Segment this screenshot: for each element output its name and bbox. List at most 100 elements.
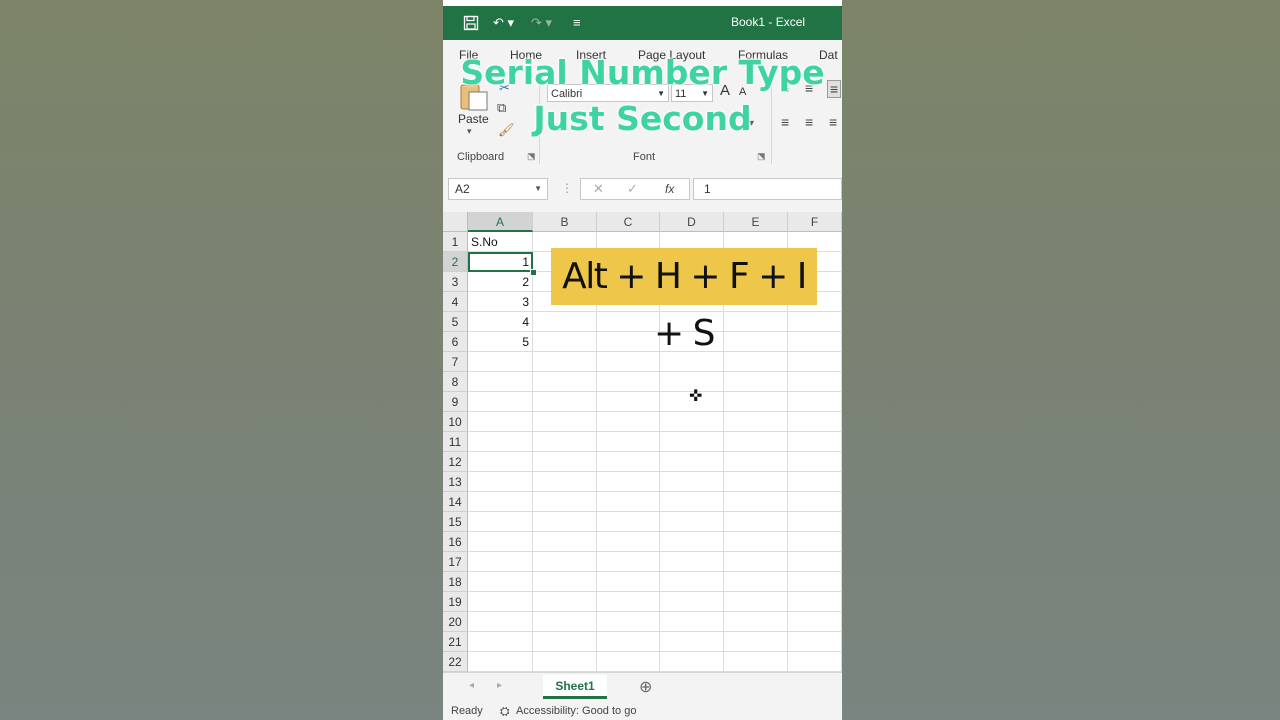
cell-b15[interactable] xyxy=(533,512,597,532)
cell-c5[interactable] xyxy=(597,312,660,332)
cell-a22[interactable] xyxy=(468,652,533,672)
cell-c12[interactable] xyxy=(597,452,660,472)
cell-b7[interactable] xyxy=(533,352,597,372)
row-header-7[interactable]: 7 xyxy=(443,352,468,372)
cell-f22[interactable] xyxy=(788,652,842,672)
cell-f10[interactable] xyxy=(788,412,842,432)
cell-d18[interactable] xyxy=(660,572,724,592)
cell-b9[interactable] xyxy=(533,392,597,412)
cell-e9[interactable] xyxy=(724,392,788,412)
cell-f7[interactable] xyxy=(788,352,842,372)
row-header-1[interactable]: 1 xyxy=(443,232,468,252)
row-header-10[interactable]: 10 xyxy=(443,412,468,432)
undo-icon[interactable]: ↶ ▾ xyxy=(493,15,514,31)
scroll-left-icon[interactable]: ◂ xyxy=(469,680,474,691)
row-header-19[interactable]: 19 xyxy=(443,592,468,612)
cell-e7[interactable] xyxy=(724,352,788,372)
row-header-3[interactable]: 3 xyxy=(443,272,468,292)
enter-icon[interactable]: ✓ xyxy=(627,181,638,197)
accessibility-icon[interactable]: ⛭ xyxy=(500,704,510,719)
cell-e20[interactable] xyxy=(724,612,788,632)
cell-a19[interactable] xyxy=(468,592,533,612)
add-sheet-icon[interactable]: ⊕ xyxy=(639,677,652,697)
scroll-right-icon[interactable]: ▸ xyxy=(497,680,502,691)
cell-c13[interactable] xyxy=(597,472,660,492)
cell-b16[interactable] xyxy=(533,532,597,552)
row-header-17[interactable]: 17 xyxy=(443,552,468,572)
cell-e21[interactable] xyxy=(724,632,788,652)
formula-input[interactable]: 1 xyxy=(693,178,842,200)
cancel-icon[interactable]: ✕ xyxy=(593,181,604,197)
row-header-16[interactable]: 16 xyxy=(443,532,468,552)
row-header-6[interactable]: 6 xyxy=(443,332,468,352)
row-header-22[interactable]: 22 xyxy=(443,652,468,672)
cell-b10[interactable] xyxy=(533,412,597,432)
cell-e10[interactable] xyxy=(724,412,788,432)
row-header-15[interactable]: 15 xyxy=(443,512,468,532)
cell-d11[interactable] xyxy=(660,432,724,452)
cell-c20[interactable] xyxy=(597,612,660,632)
name-box[interactable]: A2 ▼ xyxy=(448,178,548,200)
cell-a5[interactable]: 4 xyxy=(468,312,533,332)
cell-f19[interactable] xyxy=(788,592,842,612)
row-header-5[interactable]: 5 xyxy=(443,312,468,332)
cell-e19[interactable] xyxy=(724,592,788,612)
cell-a11[interactable] xyxy=(468,432,533,452)
cell-b22[interactable] xyxy=(533,652,597,672)
insert-function-button[interactable]: fx xyxy=(665,182,674,196)
cell-b13[interactable] xyxy=(533,472,597,492)
cell-e12[interactable] xyxy=(724,452,788,472)
cell-f12[interactable] xyxy=(788,452,842,472)
row-header-20[interactable]: 20 xyxy=(443,612,468,632)
row-header-13[interactable]: 13 xyxy=(443,472,468,492)
cell-a14[interactable] xyxy=(468,492,533,512)
cell-f13[interactable] xyxy=(788,472,842,492)
cell-b17[interactable] xyxy=(533,552,597,572)
sheet-tab-sheet1[interactable]: Sheet1 xyxy=(543,675,607,699)
cell-f18[interactable] xyxy=(788,572,842,592)
cell-c16[interactable] xyxy=(597,532,660,552)
status-accessibility[interactable]: Accessibility: Good to go xyxy=(516,705,636,717)
cell-c15[interactable] xyxy=(597,512,660,532)
cell-c14[interactable] xyxy=(597,492,660,512)
cell-d10[interactable] xyxy=(660,412,724,432)
cell-e16[interactable] xyxy=(724,532,788,552)
cell-b19[interactable] xyxy=(533,592,597,612)
cell-f6[interactable] xyxy=(788,332,842,352)
cell-a1[interactable]: S.No xyxy=(468,232,533,252)
cell-a7[interactable] xyxy=(468,352,533,372)
cell-b20[interactable] xyxy=(533,612,597,632)
cell-a12[interactable] xyxy=(468,452,533,472)
cell-e18[interactable] xyxy=(724,572,788,592)
cell-c7[interactable] xyxy=(597,352,660,372)
row-header-12[interactable]: 12 xyxy=(443,452,468,472)
cell-d14[interactable] xyxy=(660,492,724,512)
cell-c18[interactable] xyxy=(597,572,660,592)
cell-f8[interactable] xyxy=(788,372,842,392)
cell-f11[interactable] xyxy=(788,432,842,452)
cell-a8[interactable] xyxy=(468,372,533,392)
cell-e15[interactable] xyxy=(724,512,788,532)
row-header-18[interactable]: 18 xyxy=(443,572,468,592)
cell-b11[interactable] xyxy=(533,432,597,452)
cell-c6[interactable] xyxy=(597,332,660,352)
cell-e22[interactable] xyxy=(724,652,788,672)
row-header-4[interactable]: 4 xyxy=(443,292,468,312)
cell-f21[interactable] xyxy=(788,632,842,652)
cell-d22[interactable] xyxy=(660,652,724,672)
cell-b5[interactable] xyxy=(533,312,597,332)
cell-c22[interactable] xyxy=(597,652,660,672)
cell-d12[interactable] xyxy=(660,452,724,472)
cell-c19[interactable] xyxy=(597,592,660,612)
select-all-corner[interactable] xyxy=(443,212,468,232)
row-header-21[interactable]: 21 xyxy=(443,632,468,652)
fill-handle[interactable] xyxy=(530,269,537,276)
cell-c21[interactable] xyxy=(597,632,660,652)
cell-c8[interactable] xyxy=(597,372,660,392)
cell-a18[interactable] xyxy=(468,572,533,592)
save-icon[interactable] xyxy=(463,15,479,34)
row-header-2[interactable]: 2 xyxy=(443,252,468,272)
cell-b14[interactable] xyxy=(533,492,597,512)
cell-f9[interactable] xyxy=(788,392,842,412)
column-header-b[interactable]: B xyxy=(533,212,597,232)
